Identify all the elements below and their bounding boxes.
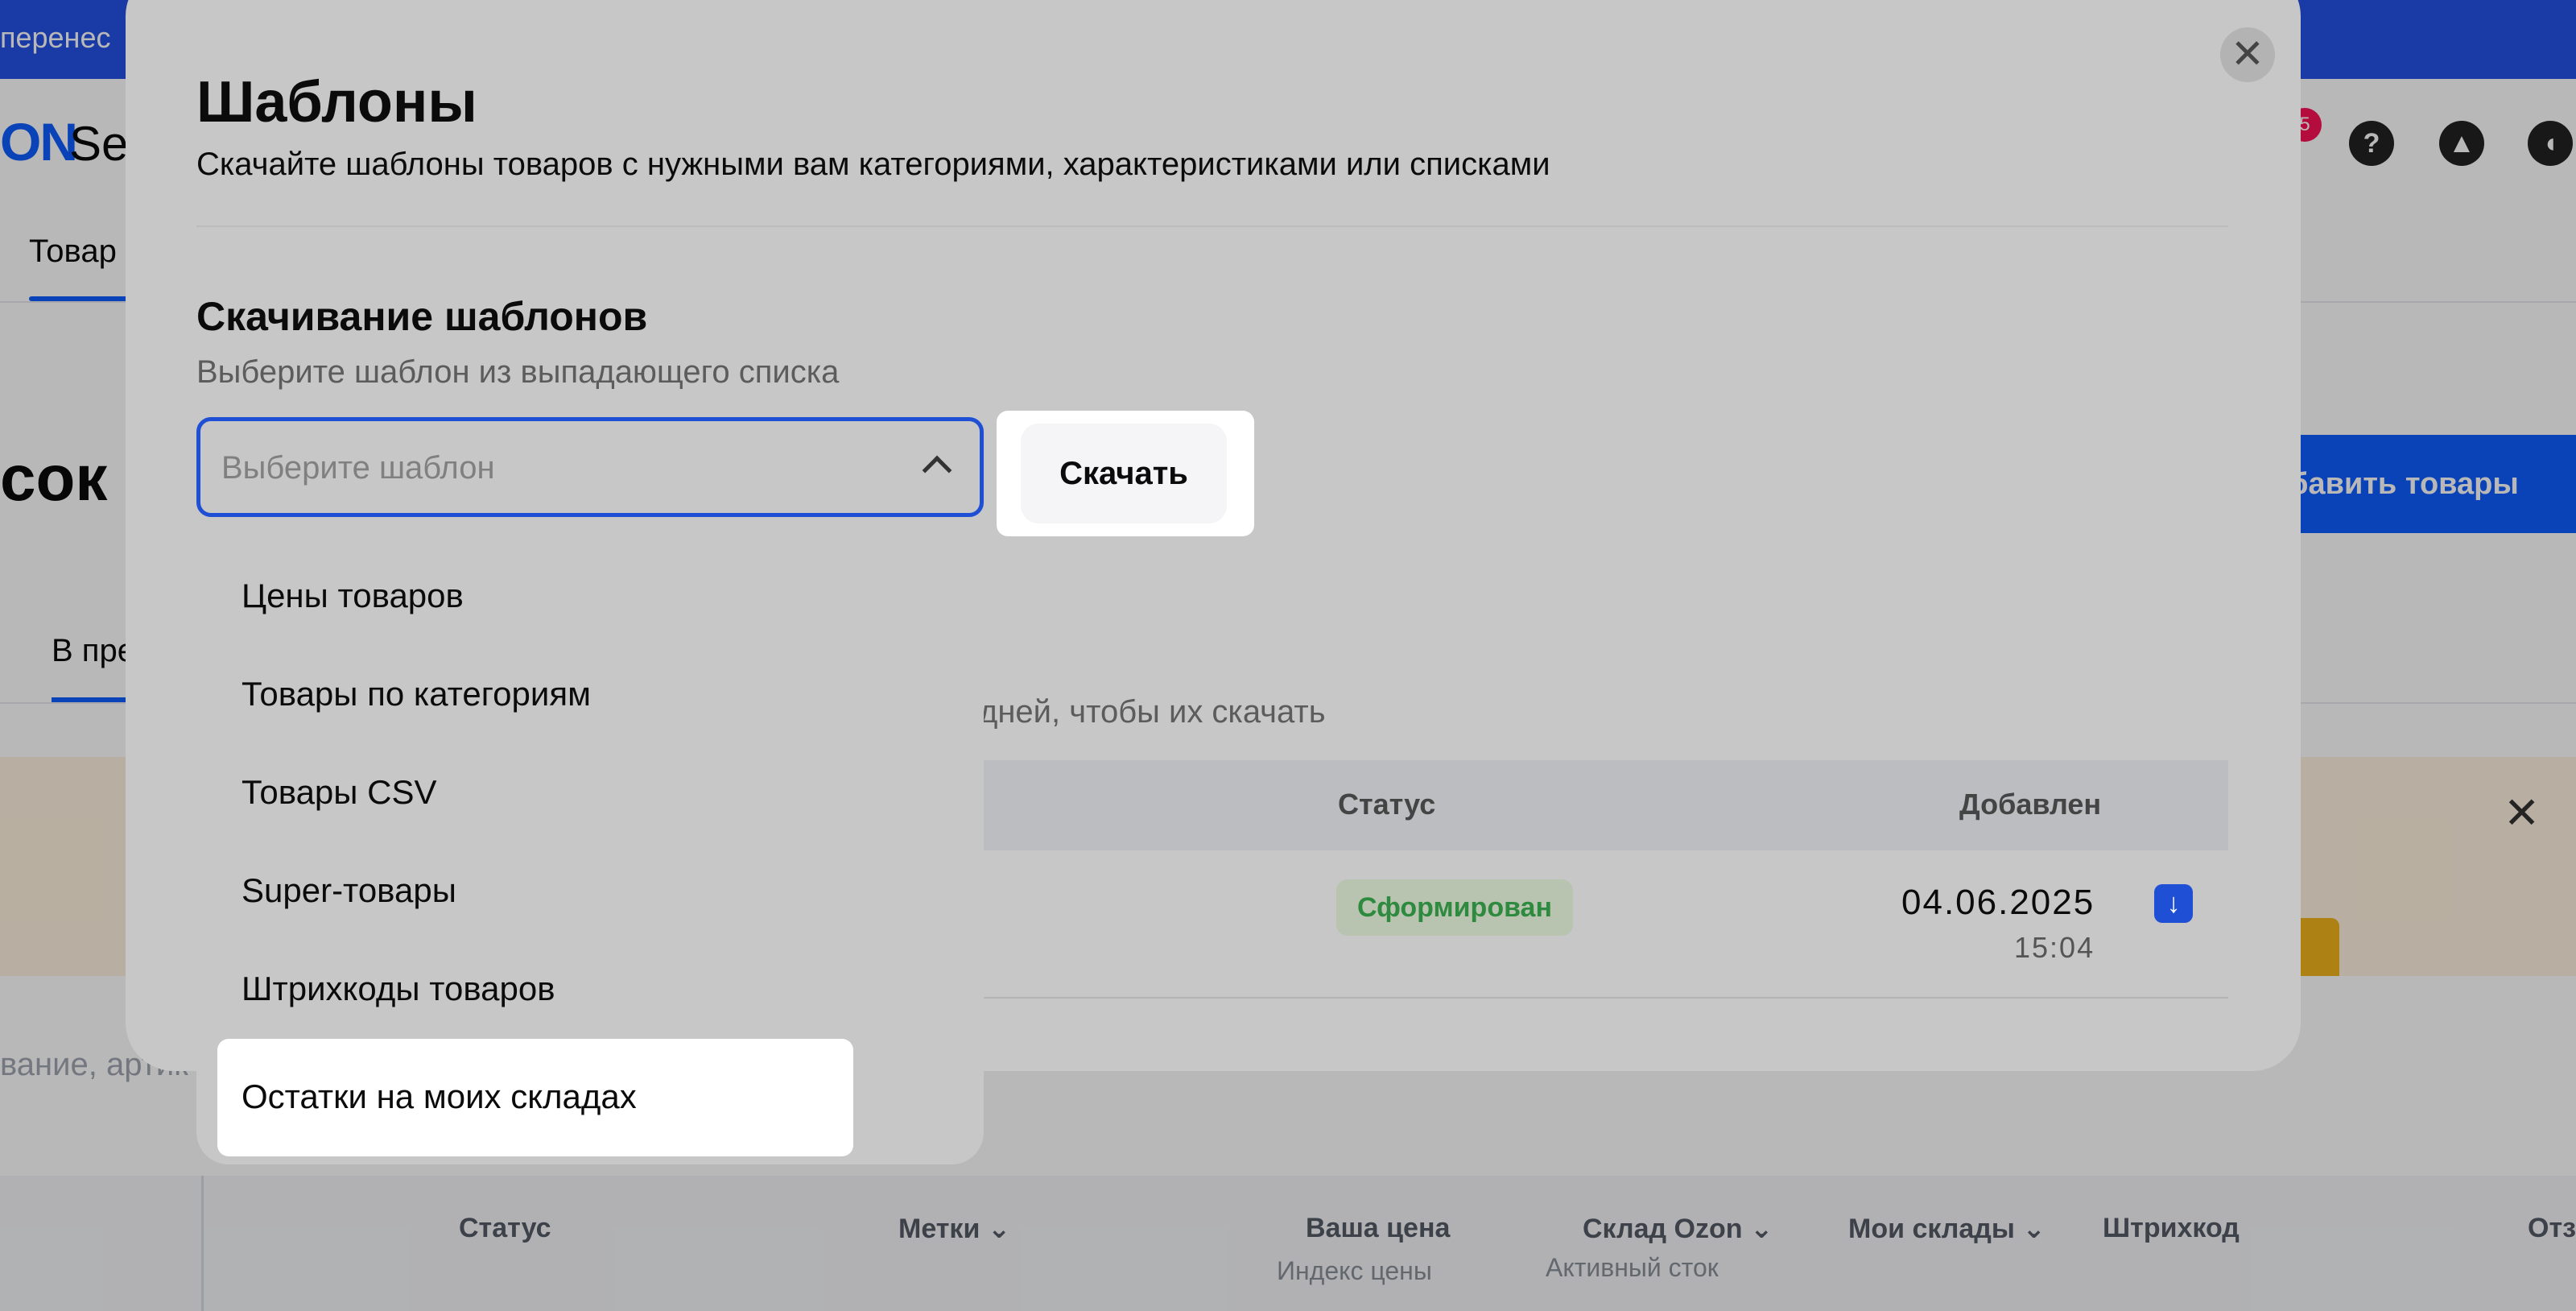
dropdown-item-barcodes[interactable]: Штрихкоды товаров <box>242 970 555 1008</box>
chevron-up-icon <box>922 455 952 486</box>
template-select[interactable]: Выберите шаблон <box>196 417 984 517</box>
files-retention-note: дней, чтобы их скачать <box>979 694 1326 730</box>
files-column-added: Добавлен <box>1959 788 2102 821</box>
file-added-time: 15:04 <box>2014 931 2095 964</box>
download-button[interactable]: Скачать <box>1021 424 1227 523</box>
status-badge: Сформирован <box>1336 879 1573 936</box>
download-button-highlight: Скачать <box>997 411 1254 536</box>
dropdown-item-my-warehouse-stock[interactable]: Остатки на моих складах <box>242 1077 637 1116</box>
download-section-subtitle: Выберите шаблон из выпадающего списка <box>196 354 840 390</box>
template-select-placeholder: Выберите шаблон <box>221 450 495 486</box>
download-section-title: Скачивание шаблонов <box>196 294 648 339</box>
download-icon[interactable]: ↓ <box>2154 884 2193 923</box>
modal-divider <box>196 225 2228 227</box>
close-icon[interactable]: ✕ <box>2220 27 2275 82</box>
files-table-row-divider <box>984 997 2228 999</box>
dropdown-item-csv[interactable]: Товары CSV <box>242 773 437 812</box>
template-dropdown-menu: Цены товаров Товары по категориям Товары… <box>196 531 984 1164</box>
modal-title: Шаблоны <box>196 70 477 134</box>
dropdown-item-prices[interactable]: Цены товаров <box>242 577 464 615</box>
dropdown-item-by-category[interactable]: Товары по категориям <box>242 675 591 713</box>
dropdown-item-super-products[interactable]: Super-товары <box>242 871 456 910</box>
file-added-date: 04.06.2025 <box>1901 883 2095 922</box>
modal-subtitle: Скачайте шаблоны товаров с нужными вам к… <box>196 147 1550 182</box>
files-column-status: Статус <box>1338 788 1436 821</box>
